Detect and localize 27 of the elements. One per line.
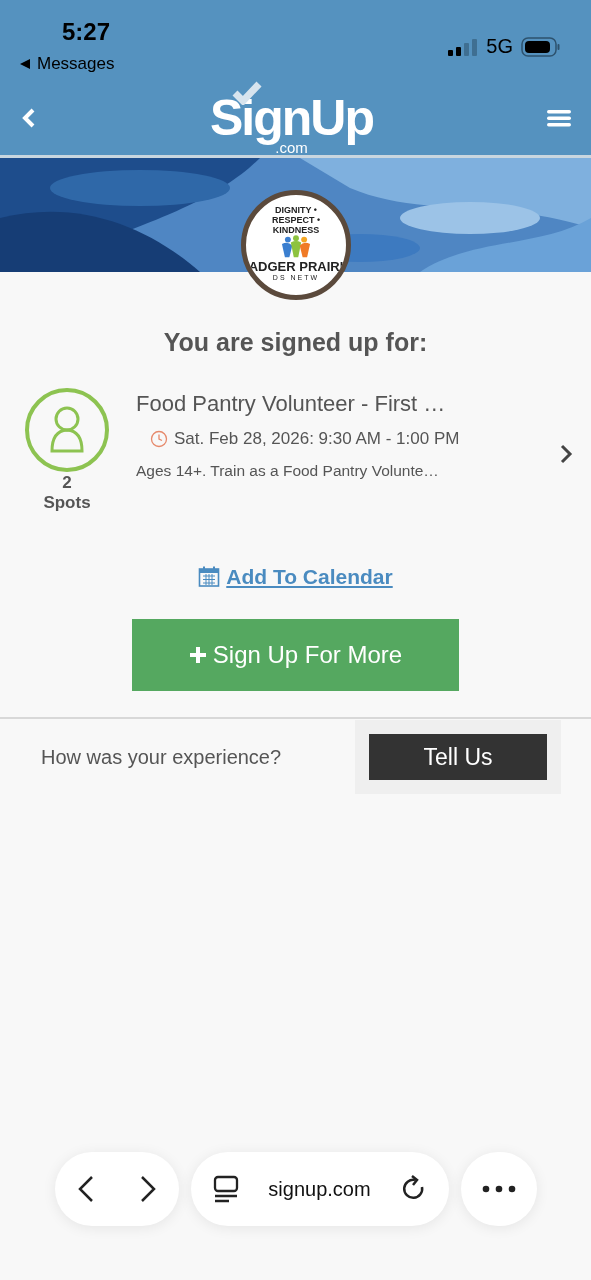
clock-time: 5:27 [62, 18, 111, 46]
battery-icon [521, 36, 561, 57]
event-description: Ages 14+. Train as a Food Pantry Volunte… [136, 462, 440, 480]
spots-label: Spots [43, 493, 91, 513]
network-label: 5G [486, 35, 513, 58]
more-icon [481, 1185, 516, 1193]
back-triangle-icon[interactable] [19, 58, 31, 70]
reader-icon[interactable] [212, 1175, 239, 1203]
back-chevron-icon[interactable] [20, 106, 36, 129]
feedback-question: How was your experience? [41, 745, 282, 769]
back-to-app-link[interactable]: Messages [37, 54, 115, 74]
event-datetime: Sat. Feb 28, 2026: 9:30 AM - 1:00 PM [174, 429, 460, 449]
event-title[interactable]: Food Pantry Volunteer - First … [136, 391, 559, 417]
spots-count: 2 [62, 473, 72, 493]
tell-us-button[interactable]: Tell Us [369, 734, 547, 780]
address-bar[interactable]: signup.com [190, 1152, 449, 1226]
chevron-right-icon[interactable] [559, 443, 573, 465]
calendar-icon [198, 566, 221, 588]
plus-icon [188, 646, 207, 664]
person-icon [24, 387, 110, 473]
confirmation-heading: You are signed up for: [162, 328, 429, 357]
back-icon[interactable] [76, 1175, 95, 1203]
menu-icon[interactable] [547, 108, 571, 127]
forward-icon[interactable] [138, 1175, 157, 1203]
signal-icon [448, 37, 479, 56]
clock-icon [150, 430, 168, 448]
add-to-calendar-link[interactable]: Add To Calendar [198, 565, 393, 589]
